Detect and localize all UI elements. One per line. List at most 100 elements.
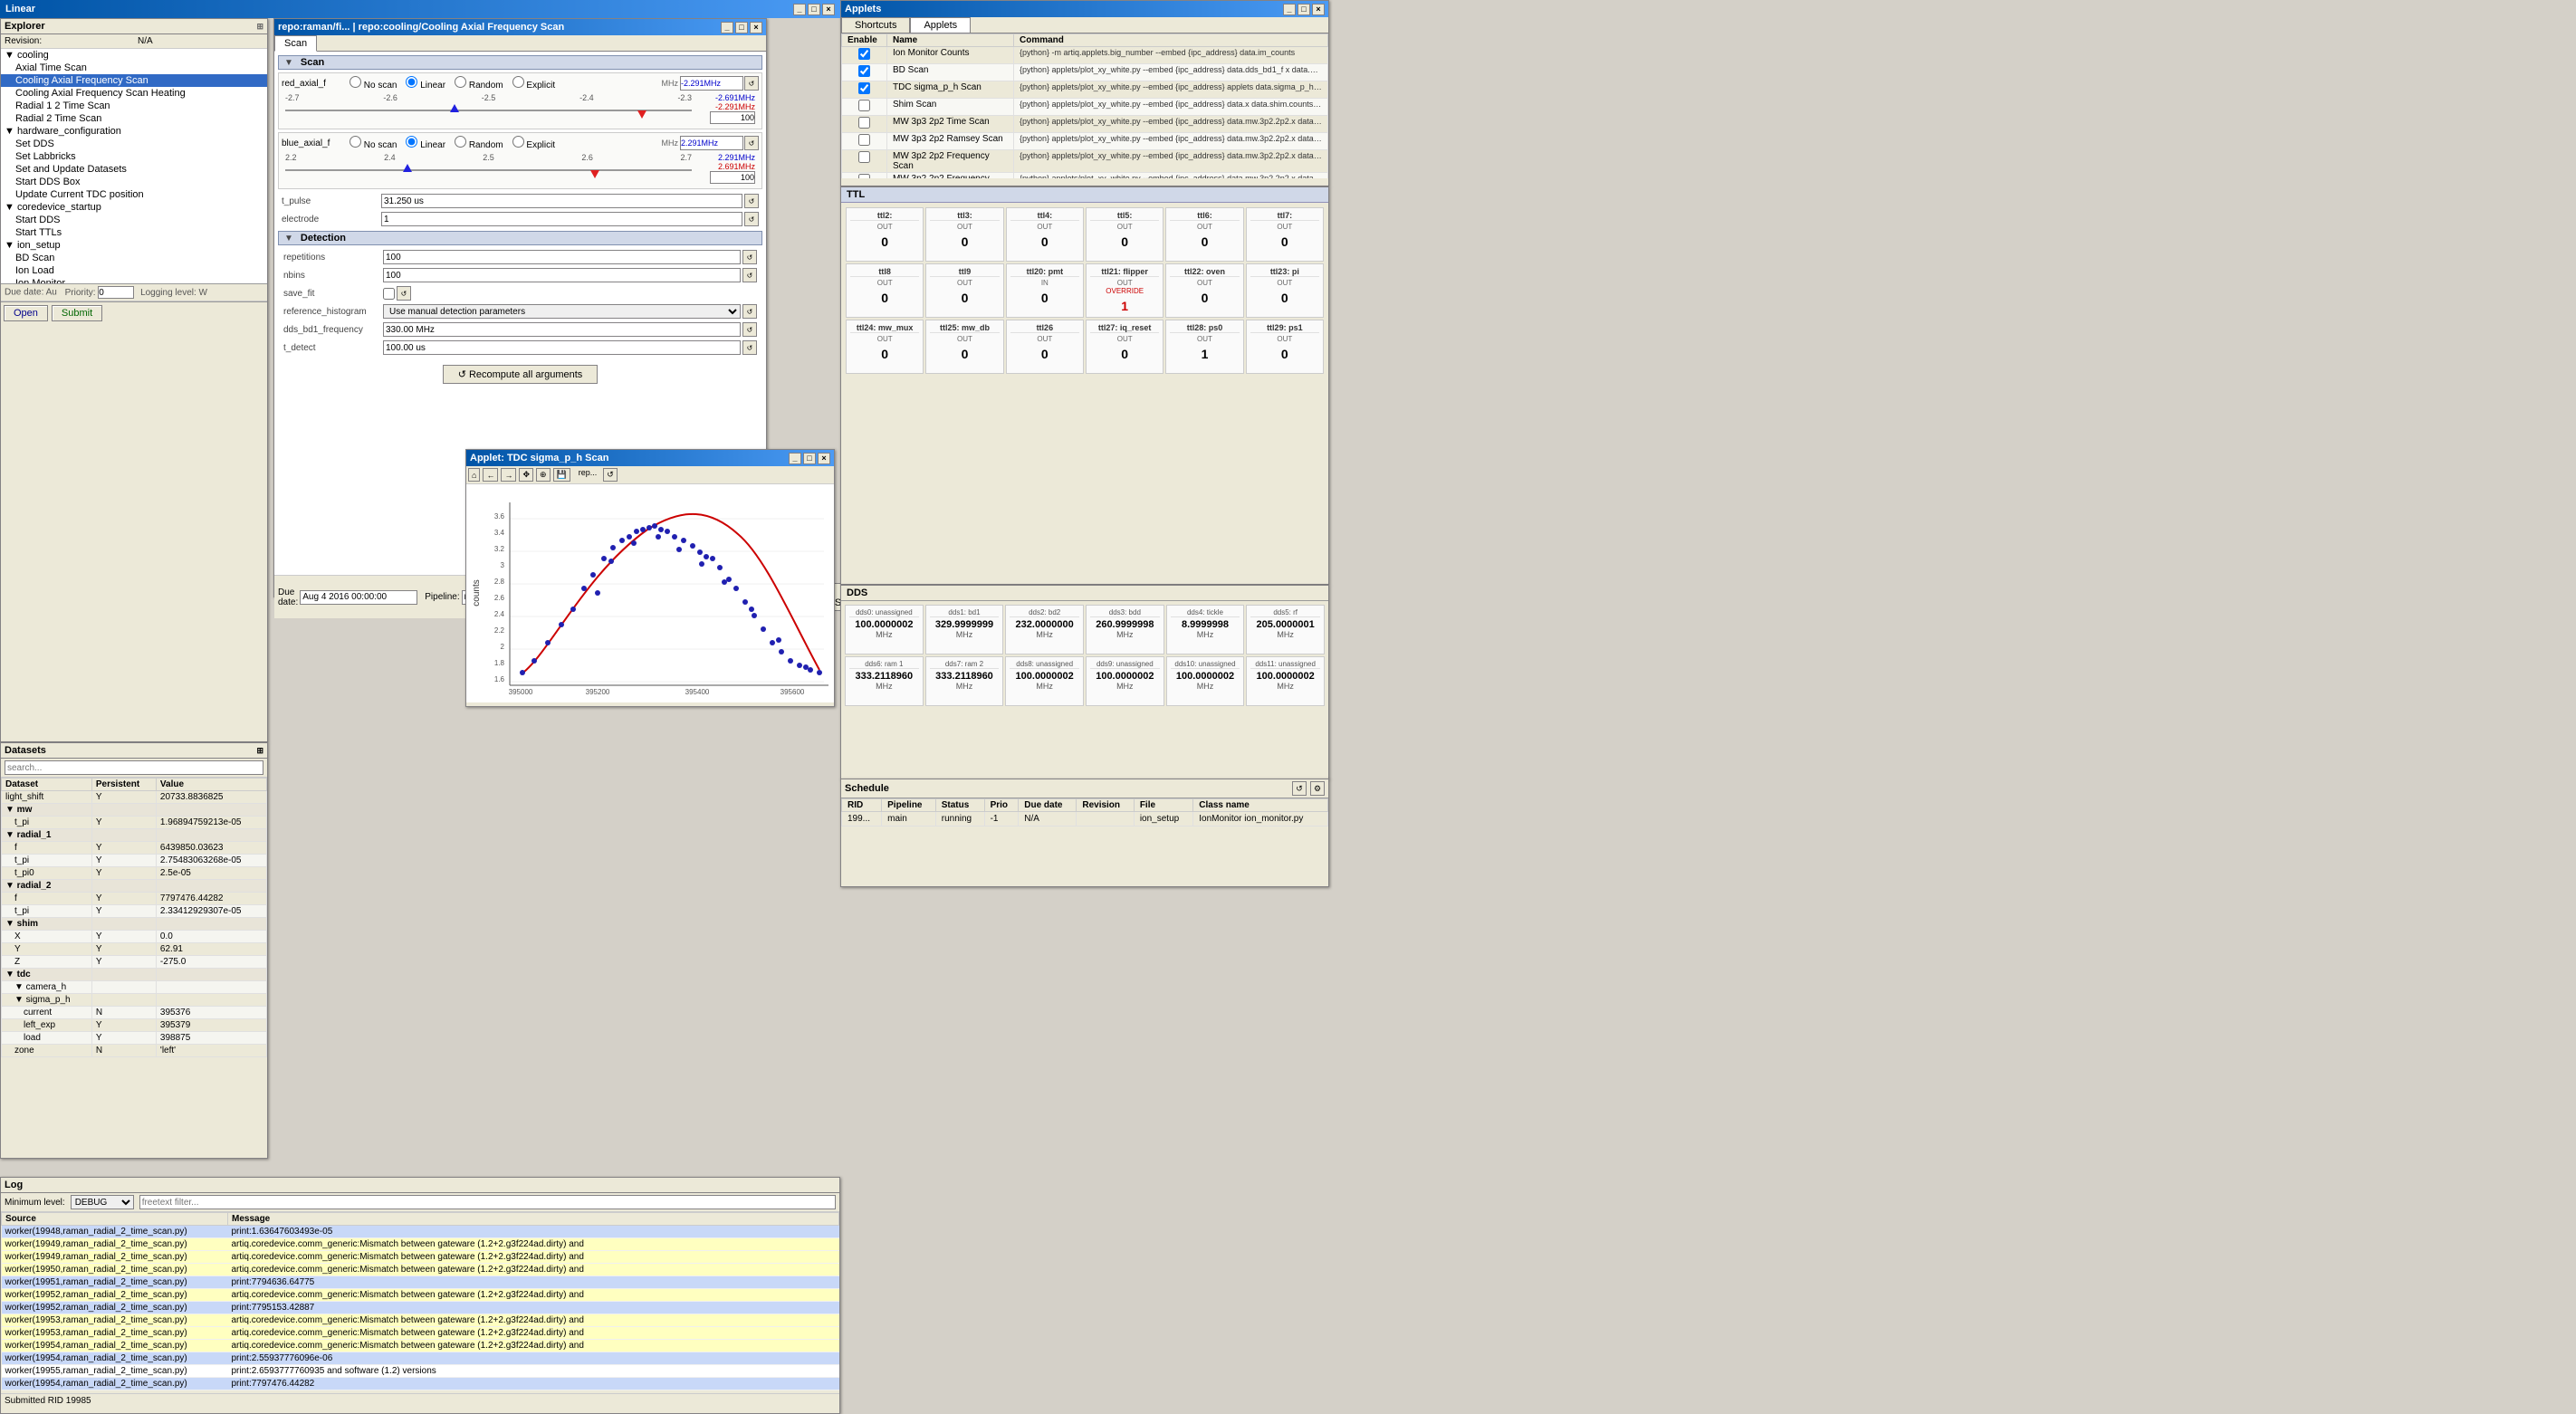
tree-item[interactable]: Radial 1 2 Time Scan bbox=[1, 100, 267, 112]
applet-enable-cb[interactable] bbox=[858, 100, 870, 111]
dataset-row[interactable]: load Y 398875 bbox=[2, 1032, 267, 1045]
explicit-label[interactable]: Explicit bbox=[512, 76, 555, 91]
blue-red-thumb[interactable] bbox=[590, 170, 599, 178]
schedule-refresh-btn[interactable]: ↺ bbox=[1292, 781, 1307, 796]
dds-channel[interactable]: dds10: unassigned 100.0000002 MHz bbox=[1166, 656, 1245, 706]
scan-collapse-icon[interactable]: ▼ bbox=[284, 58, 293, 68]
plot-save-btn[interactable]: 💾 bbox=[553, 468, 570, 482]
repetitions-input[interactable] bbox=[383, 250, 741, 264]
linear-radio[interactable] bbox=[406, 76, 417, 88]
dds-channel[interactable]: dds2: bd2 232.0000000 MHz bbox=[1005, 605, 1084, 654]
search-input[interactable] bbox=[5, 760, 263, 775]
tree-item[interactable]: Axial Time Scan bbox=[1, 62, 267, 74]
t-pulse-refresh[interactable]: ↺ bbox=[744, 194, 759, 208]
blue-count-input[interactable] bbox=[710, 171, 755, 184]
ttl-channel[interactable]: ttl22: oven OUT 0 bbox=[1165, 263, 1243, 318]
plot-back-btn[interactable]: ← bbox=[483, 468, 498, 482]
scan-close-btn[interactable]: × bbox=[750, 22, 762, 33]
ttl-channel[interactable]: ttl5: OUT 0 bbox=[1086, 207, 1164, 262]
random-label[interactable]: Random bbox=[455, 76, 503, 91]
dds-channel[interactable]: dds1: bd1 329.9999999 MHz bbox=[925, 605, 1004, 654]
plot-close-btn[interactable]: × bbox=[818, 453, 830, 464]
dds-channel[interactable]: dds9: unassigned 100.0000002 MHz bbox=[1086, 656, 1164, 706]
applet-enable-cb[interactable] bbox=[858, 48, 870, 60]
tree-item[interactable]: BD Scan bbox=[1, 252, 267, 264]
applet-enable-cb[interactable] bbox=[858, 65, 870, 77]
ttl-channel[interactable]: ttl21: flipper OUTOVERRIDE 1 bbox=[1086, 263, 1164, 318]
ttl-channel[interactable]: ttl29: ps1 OUT 0 bbox=[1246, 320, 1324, 374]
dataset-row[interactable]: X Y 0.0 bbox=[2, 931, 267, 943]
dataset-row[interactable]: ▼ sigma_p_h bbox=[2, 994, 267, 1007]
t-pulse-input[interactable] bbox=[381, 194, 742, 208]
electrode-input[interactable] bbox=[381, 212, 742, 226]
linear-label[interactable]: Linear bbox=[406, 76, 445, 91]
no-scan-label[interactable]: No scan bbox=[350, 76, 397, 91]
log-level-select[interactable]: DEBUG WARNING bbox=[71, 1195, 134, 1209]
dds-channel[interactable]: dds11: unassigned 100.0000002 MHz bbox=[1246, 656, 1325, 706]
dds-channel[interactable]: dds3: bdd 260.9999998 MHz bbox=[1086, 605, 1164, 654]
plot-forward-btn[interactable]: → bbox=[501, 468, 516, 482]
ttl-channel[interactable]: ttl25: mw_db OUT 0 bbox=[925, 320, 1003, 374]
open-button[interactable]: Open bbox=[4, 305, 48, 321]
tree-item[interactable]: Start DDS Box bbox=[1, 176, 267, 188]
t-detect-refresh[interactable]: ↺ bbox=[742, 340, 757, 355]
blue-blue-thumb[interactable] bbox=[403, 164, 412, 172]
dds-channel[interactable]: dds5: rf 205.0000001 MHz bbox=[1246, 605, 1325, 654]
plot-max-btn[interactable]: □ bbox=[803, 453, 816, 464]
tab-scan[interactable]: Scan bbox=[274, 35, 317, 52]
dataset-row[interactable]: t_pi0 Y 2.5e-05 bbox=[2, 867, 267, 880]
ttl-channel[interactable]: ttl20: pmt IN 0 bbox=[1006, 263, 1084, 318]
tree-item[interactable]: Ion Load bbox=[1, 264, 267, 277]
blue-refresh-btn[interactable]: ↺ bbox=[744, 136, 759, 150]
tree-item[interactable]: Cooling Axial Frequency Scan bbox=[1, 74, 267, 87]
tree-item[interactable]: Cooling Axial Frequency Scan Heating bbox=[1, 87, 267, 100]
save-fit-checkbox[interactable] bbox=[383, 288, 395, 300]
blue-no-scan-label[interactable]: No scan bbox=[350, 136, 397, 150]
submit-button[interactable]: Submit bbox=[52, 305, 102, 321]
blue-explicit-label[interactable]: Explicit bbox=[512, 136, 555, 150]
dataset-row[interactable]: t_pi Y 2.33412929307e-05 bbox=[2, 905, 267, 918]
red-value-input[interactable] bbox=[680, 76, 743, 91]
dataset-row[interactable]: ▼ shim bbox=[2, 918, 267, 931]
applets-close-btn[interactable]: × bbox=[1312, 4, 1325, 15]
priority-input[interactable] bbox=[98, 286, 134, 299]
ttl-channel[interactable]: ttl9 OUT 0 bbox=[925, 263, 1003, 318]
applet-enable-cb[interactable] bbox=[858, 117, 870, 129]
tree-item[interactable]: Set and Update Datasets bbox=[1, 163, 267, 176]
dataset-row[interactable]: Z Y -275.0 bbox=[2, 956, 267, 969]
nbins-refresh[interactable]: ↺ bbox=[742, 268, 757, 282]
blue-random-radio[interactable] bbox=[455, 136, 466, 148]
applet-enable-cb[interactable] bbox=[858, 134, 870, 146]
ref-histogram-refresh[interactable]: ↺ bbox=[742, 304, 757, 319]
tree-item[interactable]: Radial 2 Time Scan bbox=[1, 112, 267, 125]
applets-max-btn[interactable]: □ bbox=[1298, 4, 1310, 15]
random-radio[interactable] bbox=[455, 76, 466, 88]
scan-max-btn[interactable]: □ bbox=[735, 22, 748, 33]
blue-linear-label[interactable]: Linear bbox=[406, 136, 445, 150]
red-count-input[interactable] bbox=[710, 111, 755, 124]
applet-enable-cb[interactable] bbox=[858, 151, 870, 163]
red-refresh-btn[interactable]: ↺ bbox=[744, 76, 759, 91]
ttl-channel[interactable]: ttl7: OUT 0 bbox=[1246, 207, 1324, 262]
dds-channel[interactable]: dds8: unassigned 100.0000002 MHz bbox=[1005, 656, 1084, 706]
tree-item[interactable]: Start TTLs bbox=[1, 226, 267, 239]
blue-random-label[interactable]: Random bbox=[455, 136, 503, 150]
dataset-row[interactable]: t_pi Y 1.96894759213e-05 bbox=[2, 817, 267, 829]
ttl-channel[interactable]: ttl26 OUT 0 bbox=[1006, 320, 1084, 374]
save-fit-refresh[interactable]: ↺ bbox=[397, 286, 411, 301]
tree-item[interactable]: Set Labbricks bbox=[1, 150, 267, 163]
recompute-button[interactable]: ↺ Recompute all arguments bbox=[443, 365, 599, 384]
applet-enable-cb[interactable] bbox=[858, 174, 870, 178]
dds-channel[interactable]: dds0: unassigned 100.0000002 MHz bbox=[845, 605, 924, 654]
dataset-row[interactable]: zone N 'left' bbox=[2, 1045, 267, 1057]
dds-bd1-refresh[interactable]: ↺ bbox=[742, 322, 757, 337]
ttl-channel[interactable]: ttl3: OUT 0 bbox=[925, 207, 1003, 262]
dataset-row[interactable]: f Y 7797476.44282 bbox=[2, 893, 267, 905]
tree-item[interactable]: ▼ coredevice_startup bbox=[1, 201, 267, 214]
plot-zoom-btn[interactable]: ⊕ bbox=[536, 468, 551, 482]
blue-explicit-radio[interactable] bbox=[512, 136, 524, 148]
scan-min-btn[interactable]: _ bbox=[721, 22, 733, 33]
tree-item[interactable]: ▼ ion_setup bbox=[1, 239, 267, 252]
dataset-row[interactable]: ▼ radial_2 bbox=[2, 880, 267, 893]
expand-icon[interactable]: ⊞ bbox=[256, 22, 263, 32]
